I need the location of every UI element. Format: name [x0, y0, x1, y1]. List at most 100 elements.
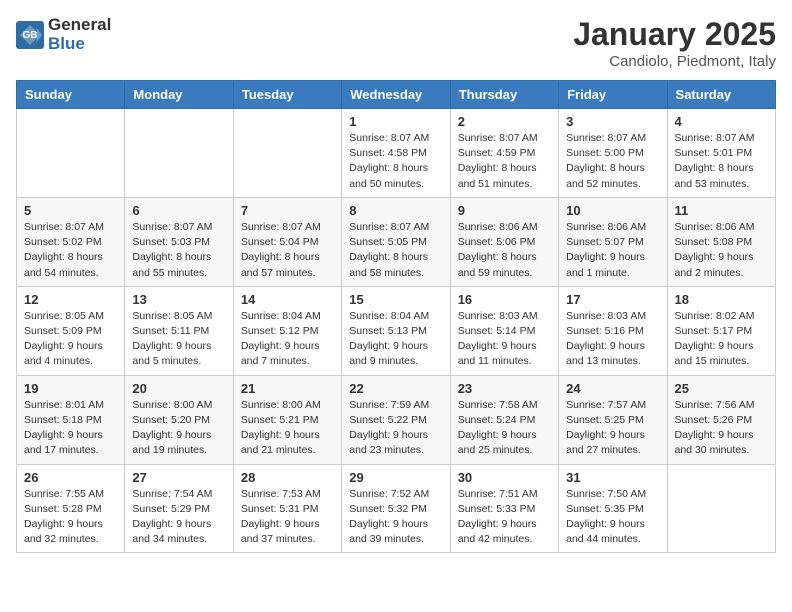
- calendar-cell: 9Sunrise: 8:06 AMSunset: 5:06 PMDaylight…: [450, 197, 558, 286]
- calendar-cell: 29 Sunrise: 7:52 AMSunset: 5:32 PMDayligh…: [342, 464, 450, 553]
- day-number: 31: [566, 470, 659, 485]
- day-number: 28: [241, 470, 334, 485]
- calendar-cell: 12Sunrise: 8:05 AMSunset: 5:09 PMDayligh…: [17, 286, 125, 375]
- day-info: Sunrise: 8:07 AMSunset: 5:02 PMDaylight:…: [24, 220, 117, 281]
- day-header-thursday: Thursday: [450, 81, 558, 109]
- day-number: 16: [458, 292, 551, 307]
- day-number: 10: [566, 203, 659, 218]
- days-header-row: SundayMondayTuesdayWednesdayThursdayFrid…: [17, 81, 776, 109]
- day-info: Sunrise: 8:05 AMSunset: 5:09 PMDaylight:…: [24, 309, 117, 370]
- day-info: Sunrise: 8:02 AMSunset: 5:17 PMDaylight:…: [675, 309, 768, 370]
- day-header-wednesday: Wednesday: [342, 81, 450, 109]
- day-number: 1: [349, 114, 442, 129]
- day-number: 5: [24, 203, 117, 218]
- calendar-cell: [233, 109, 341, 198]
- calendar-cell: 30Sunrise: 7:51 AMSunset: 5:33 PMDayligh…: [450, 464, 558, 553]
- day-number: 27: [132, 470, 225, 485]
- calendar-week-1: 1 Sunrise: 8:07 AMSunset: 4:58 PMDaylight…: [17, 109, 776, 198]
- calendar-cell: [17, 109, 125, 198]
- day-number: 9: [458, 203, 551, 218]
- calendar-cell: 13 Sunrise: 8:05 AMSunset: 5:11 PMDayligh…: [125, 286, 233, 375]
- calendar-cell: 1 Sunrise: 8:07 AMSunset: 4:58 PMDaylight…: [342, 109, 450, 198]
- calendar-table: SundayMondayTuesdayWednesdayThursdayFrid…: [16, 80, 776, 553]
- day-number: 22: [349, 381, 442, 396]
- day-number: 15: [349, 292, 442, 307]
- calendar-cell: 5 Sunrise: 8:07 AMSunset: 5:02 PMDaylight…: [17, 197, 125, 286]
- day-header-sunday: Sunday: [17, 81, 125, 109]
- day-number: 30: [458, 470, 551, 485]
- calendar-cell: 4Sunrise: 8:07 AMSunset: 5:01 PMDaylight…: [667, 109, 775, 198]
- calendar-cell: 23 Sunrise: 7:58 AMSunset: 5:24 PMDayligh…: [450, 375, 558, 464]
- day-info: Sunrise: 8:07 AMSunset: 5:05 PMDaylight:…: [349, 220, 442, 281]
- day-info: Sunrise: 7:57 AMSunset: 5:25 PMDaylight:…: [566, 398, 659, 459]
- day-info: Sunrise: 7:58 AMSunset: 5:24 PMDaylight:…: [458, 398, 551, 459]
- calendar-cell: 2Sunrise: 8:07 AMSunset: 4:59 PMDaylight…: [450, 109, 558, 198]
- day-number: 20: [132, 381, 225, 396]
- day-header-tuesday: Tuesday: [233, 81, 341, 109]
- day-info: Sunrise: 8:00 AMSunset: 5:20 PMDaylight:…: [132, 398, 225, 459]
- calendar-cell: 20 Sunrise: 8:00 AMSunset: 5:20 PMDayligh…: [125, 375, 233, 464]
- calendar-cell: 11 Sunrise: 8:06 AMSunset: 5:08 PMDayligh…: [667, 197, 775, 286]
- calendar-cell: 22 Sunrise: 7:59 AMSunset: 5:22 PMDayligh…: [342, 375, 450, 464]
- day-info: Sunrise: 7:52 AMSunset: 5:32 PMDaylight:…: [349, 487, 442, 548]
- calendar-cell: 7 Sunrise: 8:07 AMSunset: 5:04 PMDaylight…: [233, 197, 341, 286]
- logo-text: General Blue: [48, 16, 111, 53]
- calendar-cell: 17 Sunrise: 8:03 AMSunset: 5:16 PMDayligh…: [559, 286, 667, 375]
- day-info: Sunrise: 7:56 AMSunset: 5:26 PMDaylight:…: [675, 398, 768, 459]
- day-number: 17: [566, 292, 659, 307]
- day-info: Sunrise: 8:07 AMSunset: 5:03 PMDaylight:…: [132, 220, 225, 281]
- calendar-cell: 18 Sunrise: 8:02 AMSunset: 5:17 PMDayligh…: [667, 286, 775, 375]
- logo-blue: Blue: [48, 35, 111, 54]
- location: Candiolo, Piedmont, Italy: [573, 53, 776, 70]
- calendar-cell: 19 Sunrise: 8:01 AMSunset: 5:18 PMDayligh…: [17, 375, 125, 464]
- svg-text:GB: GB: [23, 30, 38, 41]
- day-info: Sunrise: 8:07 AMSunset: 5:04 PMDaylight:…: [241, 220, 334, 281]
- calendar-cell: 3 Sunrise: 8:07 AMSunset: 5:00 PMDaylight…: [559, 109, 667, 198]
- logo-icon: GB: [16, 21, 44, 49]
- day-info: Sunrise: 8:03 AMSunset: 5:16 PMDaylight:…: [566, 309, 659, 370]
- day-info: Sunrise: 7:54 AMSunset: 5:29 PMDaylight:…: [132, 487, 225, 548]
- calendar-cell: 8Sunrise: 8:07 AMSunset: 5:05 PMDaylight…: [342, 197, 450, 286]
- day-info: Sunrise: 8:06 AMSunset: 5:07 PMDaylight:…: [566, 220, 659, 281]
- day-number: 13: [132, 292, 225, 307]
- calendar-cell: 31 Sunrise: 7:50 AMSunset: 5:35 PMDayligh…: [559, 464, 667, 553]
- day-info: Sunrise: 8:07 AMSunset: 5:01 PMDaylight:…: [675, 131, 768, 192]
- logo-general: General: [48, 16, 111, 35]
- day-info: Sunrise: 8:06 AMSunset: 5:08 PMDaylight:…: [675, 220, 768, 281]
- day-info: Sunrise: 8:01 AMSunset: 5:18 PMDaylight:…: [24, 398, 117, 459]
- day-number: 3: [566, 114, 659, 129]
- day-info: Sunrise: 8:03 AMSunset: 5:14 PMDaylight:…: [458, 309, 551, 370]
- day-number: 2: [458, 114, 551, 129]
- day-number: 25: [675, 381, 768, 396]
- calendar-cell: 21Sunrise: 8:00 AMSunset: 5:21 PMDayligh…: [233, 375, 341, 464]
- calendar-week-3: 12Sunrise: 8:05 AMSunset: 5:09 PMDayligh…: [17, 286, 776, 375]
- day-number: 11: [675, 203, 768, 218]
- day-number: 23: [458, 381, 551, 396]
- day-number: 29: [349, 470, 442, 485]
- logo: GB General Blue: [16, 16, 111, 53]
- day-info: Sunrise: 8:04 AMSunset: 5:12 PMDaylight:…: [241, 309, 334, 370]
- calendar-cell: 14 Sunrise: 8:04 AMSunset: 5:12 PMDayligh…: [233, 286, 341, 375]
- day-info: Sunrise: 8:07 AMSunset: 4:58 PMDaylight:…: [349, 131, 442, 192]
- day-info: Sunrise: 7:53 AMSunset: 5:31 PMDaylight:…: [241, 487, 334, 548]
- calendar-cell: 10 Sunrise: 8:06 AMSunset: 5:07 PMDayligh…: [559, 197, 667, 286]
- calendar-cell: 6Sunrise: 8:07 AMSunset: 5:03 PMDaylight…: [125, 197, 233, 286]
- calendar-week-2: 5 Sunrise: 8:07 AMSunset: 5:02 PMDaylight…: [17, 197, 776, 286]
- day-number: 18: [675, 292, 768, 307]
- calendar-cell: 27 Sunrise: 7:54 AMSunset: 5:29 PMDayligh…: [125, 464, 233, 553]
- day-number: 7: [241, 203, 334, 218]
- day-info: Sunrise: 8:05 AMSunset: 5:11 PMDaylight:…: [132, 309, 225, 370]
- day-info: Sunrise: 8:04 AMSunset: 5:13 PMDaylight:…: [349, 309, 442, 370]
- day-info: Sunrise: 7:59 AMSunset: 5:22 PMDaylight:…: [349, 398, 442, 459]
- day-header-monday: Monday: [125, 81, 233, 109]
- calendar-cell: 15 Sunrise: 8:04 AMSunset: 5:13 PMDayligh…: [342, 286, 450, 375]
- day-number: 14: [241, 292, 334, 307]
- day-number: 19: [24, 381, 117, 396]
- calendar-cell: 28 Sunrise: 7:53 AMSunset: 5:31 PMDayligh…: [233, 464, 341, 553]
- calendar-cell: [125, 109, 233, 198]
- calendar-week-4: 19 Sunrise: 8:01 AMSunset: 5:18 PMDayligh…: [17, 375, 776, 464]
- month-title: January 2025: [573, 16, 776, 53]
- day-info: Sunrise: 7:50 AMSunset: 5:35 PMDaylight:…: [566, 487, 659, 548]
- day-number: 26: [24, 470, 117, 485]
- day-info: Sunrise: 8:07 AMSunset: 5:00 PMDaylight:…: [566, 131, 659, 192]
